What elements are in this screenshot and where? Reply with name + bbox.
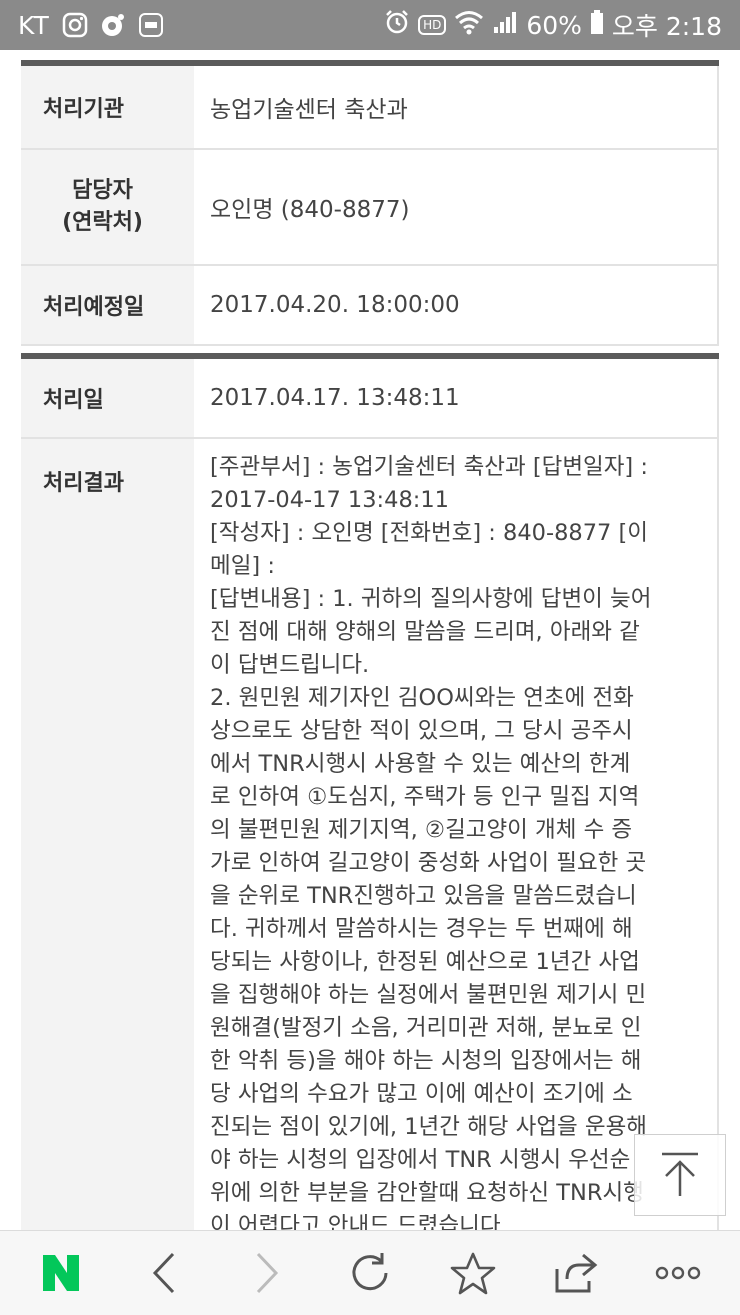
result-text: [주관부서] : 농업기술센터 축산과 [답변일자] : 2017-04-17 …: [210, 454, 652, 1230]
contact-label: 담당자 (연락처): [62, 178, 143, 235]
scroll-to-top-button[interactable]: [634, 1134, 726, 1216]
back-icon: [153, 1252, 175, 1294]
app-icon: [138, 12, 164, 38]
page-content: 처리기관 농업기술센터 축산과 담당자 (연락처) 오인명 (840-8877)…: [0, 50, 740, 1230]
processed-date-value: 2017.04.17. 13:48:11: [194, 356, 719, 439]
status-bar: KT HD 60% 오후 2:18: [0, 0, 740, 50]
signal-icon: [492, 9, 518, 41]
share-icon: [555, 1253, 597, 1293]
more-icon: [656, 1266, 701, 1280]
instagram-icon: [62, 12, 88, 38]
share-button[interactable]: [541, 1238, 611, 1308]
battery-icon: [590, 9, 604, 41]
processing-info-table: 처리기관 농업기술센터 축산과 담당자 (연락처) 오인명 (840-8877)…: [21, 60, 719, 346]
naver-logo-icon: [43, 1255, 80, 1291]
reload-button[interactable]: [335, 1238, 405, 1308]
table-row: 처리기관 농업기술센터 축산과: [21, 63, 719, 150]
alarm-icon: [384, 9, 410, 41]
processing-result-table: 처리일 2017.04.17. 13:48:11 처리결과 [주관부서] : 농…: [21, 353, 719, 1230]
carrier-label: KT: [18, 10, 50, 40]
record-icon: [100, 12, 126, 38]
table-row: 담당자 (연락처) 오인명 (840-8877): [21, 149, 719, 266]
hd-voice-icon: HD: [418, 15, 447, 35]
wifi-icon: [454, 9, 484, 41]
bookmark-button[interactable]: [438, 1238, 508, 1308]
result-label: 처리결과: [21, 438, 194, 1230]
bookmark-star-icon: [450, 1252, 496, 1295]
result-cell: [주관부서] : 농업기술센터 축산과 [답변일자] : 2017-04-17 …: [194, 438, 719, 1230]
naver-home-button[interactable]: [26, 1238, 96, 1308]
row-value: 2017.04.20. 18:00:00: [194, 265, 719, 346]
table-row: 처리결과 [주관부서] : 농업기술센터 축산과 [답변일자] : 2017-0…: [21, 438, 719, 1230]
arrow-up-icon: [662, 1152, 698, 1196]
row-label: 처리예정일: [21, 265, 194, 346]
row-label: 처리기관: [21, 63, 194, 150]
row-label: 담당자 (연락처): [21, 149, 194, 266]
row-value: 농업기술센터 축산과: [194, 63, 719, 150]
forward-icon: [257, 1252, 279, 1294]
clock: 오후 2:18: [611, 12, 722, 41]
browser-bottom-bar: [0, 1230, 740, 1315]
more-button[interactable]: [643, 1238, 713, 1308]
processed-date-label: 처리일: [21, 356, 194, 439]
battery-percent: 60%: [526, 10, 582, 40]
table-row: 처리예정일 2017.04.20. 18:00:00: [21, 265, 719, 346]
forward-button[interactable]: [232, 1238, 302, 1308]
table-row: 처리일 2017.04.17. 13:48:11: [21, 356, 719, 439]
reload-icon: [352, 1253, 388, 1291]
row-value: 오인명 (840-8877): [194, 149, 719, 266]
back-button[interactable]: [129, 1238, 199, 1308]
